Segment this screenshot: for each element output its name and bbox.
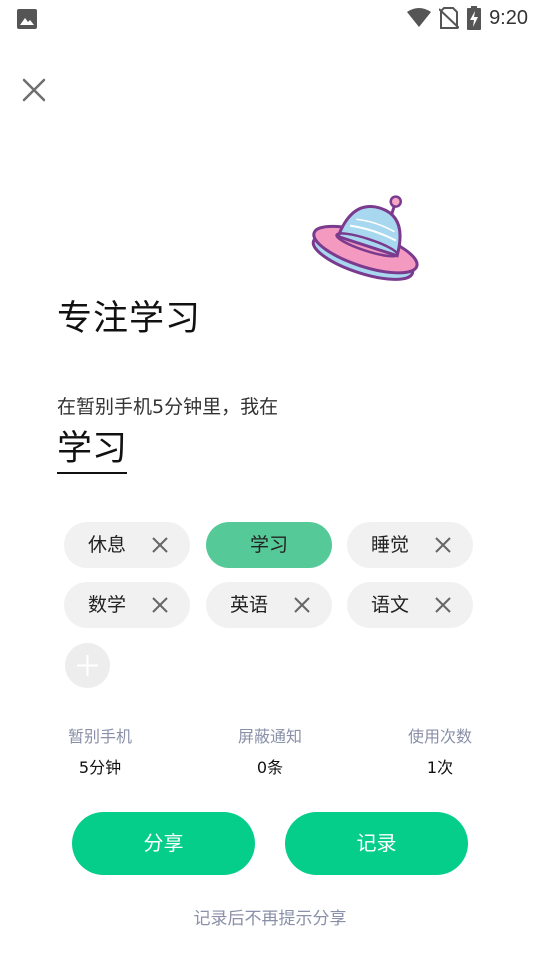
tag-chip-sleep[interactable]: 睡觉 <box>347 522 473 568</box>
remove-tag-icon[interactable] <box>150 535 170 555</box>
tag-chip-english[interactable]: 英语 <box>206 582 332 628</box>
share-button[interactable]: 分享 <box>72 812 255 875</box>
stat-phone-away: 暂别手机 5分钟 <box>30 724 170 780</box>
plus-icon <box>77 655 98 676</box>
tag-chip-label: 英语 <box>230 594 269 616</box>
tag-chip-study[interactable]: 学习 <box>206 522 332 568</box>
image-icon <box>17 9 37 29</box>
page-title: 专注学习 <box>57 299 202 339</box>
remove-tag-icon[interactable] <box>433 595 453 615</box>
tag-chip-math[interactable]: 数学 <box>64 582 190 628</box>
status-icons: 9:20 <box>407 6 528 30</box>
remove-tag-icon[interactable] <box>150 595 170 615</box>
tag-chip-rest[interactable]: 休息 <box>64 522 190 568</box>
tag-chip-label: 睡觉 <box>371 534 410 556</box>
no-sim-icon <box>439 7 460 29</box>
tag-chip-label: 学习 <box>249 534 288 556</box>
stat-value: 0条 <box>256 758 284 777</box>
remove-tag-icon[interactable] <box>433 535 453 555</box>
current-activity[interactable]: 学习 <box>57 428 128 474</box>
tag-chip-label: 休息 <box>88 534 127 556</box>
stat-usage-count: 使用次数 1次 <box>370 724 510 780</box>
tag-chip-label: 数学 <box>88 594 127 616</box>
stat-blocked-notifications: 屏蔽通知 0条 <box>200 724 340 780</box>
remove-tag-icon[interactable] <box>292 595 312 615</box>
stat-value: 5分钟 <box>78 758 122 777</box>
footer-note: 记录后不再提示分享 <box>193 909 347 929</box>
battery-charging-icon <box>467 6 482 30</box>
close-button[interactable] <box>18 74 50 106</box>
add-tag-button[interactable] <box>65 643 110 688</box>
ufo-illustration <box>311 195 419 281</box>
tag-chip-chinese[interactable]: 语文 <box>347 582 473 628</box>
record-button[interactable]: 记录 <box>285 812 468 875</box>
stat-label: 暂别手机 <box>67 727 132 746</box>
status-bar: 9:20 <box>0 0 540 36</box>
stat-value: 1次 <box>426 758 454 777</box>
stat-label: 屏蔽通知 <box>237 727 302 746</box>
wifi-icon <box>407 8 432 27</box>
stat-label: 使用次数 <box>407 727 472 746</box>
close-icon <box>22 78 46 102</box>
subtitle-text: 在暂别手机5分钟里，我在 <box>57 396 279 418</box>
tag-chip-label: 语文 <box>371 594 410 616</box>
status-time: 9:20 <box>489 6 528 29</box>
